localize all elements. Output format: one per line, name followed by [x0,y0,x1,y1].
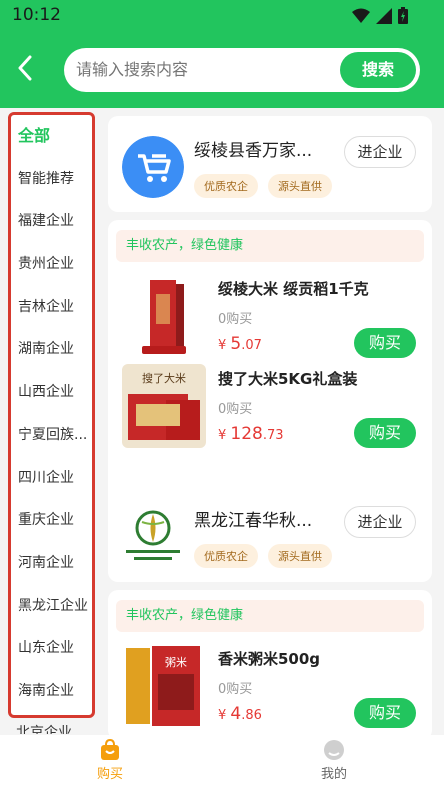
slogan-banner: 丰收农产，绿色健康 [116,600,424,632]
product-price: ¥ 4.86 [218,704,262,724]
price-integer: 4 [230,704,242,724]
sidebar-item-jilin[interactable]: 吉林企业 [11,286,92,329]
company-tags: 优质农企 源头直供 [194,174,332,198]
category-sidebar: 全部 智能推荐 福建企业 贵州企业 吉林企业 湖南企业 山西企业 宁夏回族...… [8,112,95,718]
buy-button[interactable]: 购买 [354,418,416,448]
status-time: 10:12 [12,5,61,25]
wifi-icon [352,8,370,23]
sidebar-item-hainan[interactable]: 海南企业 [11,670,92,713]
chevron-left-icon [18,55,32,81]
price-decimal: .07 [241,338,262,353]
sidebar-item-henan[interactable]: 河南企业 [11,542,92,585]
price-integer: 5 [230,334,242,354]
battery-icon [398,7,408,24]
rice-giftbox-image: 搜了大米 [122,364,206,448]
company-name: 黑龙江春华秋... [194,511,313,531]
rice-box-image [122,274,206,358]
search-box: 搜索 [64,48,420,92]
rice-bag-image: 粥米 [122,644,206,728]
slogan-banner: 丰收农产，绿色健康 [116,230,424,262]
company-card[interactable]: 绥棱县香万家... 优质农企 源头直供 进企业 [108,116,432,212]
company-tag: 源头直供 [268,544,332,568]
sidebar-item-shanxi[interactable]: 山西企业 [11,371,92,414]
company-name: 绥棱县香万家... [194,141,313,161]
product-name: 搜了大米5KG礼盒装 [218,370,358,388]
product-item[interactable]: 粥米 香米粥米500g 0购买 ¥ 4.86 购买 [108,642,432,730]
price-currency: ¥ [218,708,227,723]
enter-company-button[interactable]: 进企业 [344,506,416,538]
sidebar-item-heilongjiang[interactable]: 黑龙江企业 [11,585,92,628]
sidebar-item-all[interactable]: 全部 [11,115,92,158]
enter-company-button[interactable]: 进企业 [344,136,416,168]
status-bar: 10:12 [0,0,444,30]
company-logo [122,136,184,198]
status-icons [352,7,408,24]
buy-button[interactable]: 购买 [354,698,416,728]
product-image-text: 粥米 [165,656,187,669]
sidebar-item-chongqing[interactable]: 重庆企业 [11,499,92,542]
sidebar-item-fujian[interactable]: 福建企业 [11,200,92,243]
sidebar-item-shandong[interactable]: 山东企业 [11,627,92,670]
buy-button[interactable]: 购买 [354,328,416,358]
company-tag: 优质农企 [194,174,258,198]
product-item[interactable]: 绥棱大米 绥贡稻1千克 0购买 ¥ 5.07 购买 [108,272,432,360]
shopping-bag-icon [101,739,119,760]
price-decimal: .73 [262,428,284,443]
sidebar-item-sichuan[interactable]: 四川企业 [11,457,92,500]
product-sold-count: 0购买 [218,402,253,417]
price-currency: ¥ [218,338,227,353]
price-currency: ¥ [218,428,227,443]
product-price: ¥ 128.73 [218,424,284,444]
sidebar-item-guizhou[interactable]: 贵州企业 [11,243,92,286]
product-sold-count: 0购买 [218,682,253,697]
product-name: 绥棱大米 绥贡稻1千克 [218,280,369,298]
header: 搜索 [0,30,444,108]
company-logo [122,506,184,568]
product-card: 丰收农产，绿色健康 粥米 香米粥米500g 0购买 ¥ 4.86 购买 [108,590,432,740]
sidebar-item-partial[interactable]: 北京企业 [16,722,72,734]
search-input[interactable] [76,48,326,92]
company-tags: 优质农企 源头直供 [194,544,332,568]
sidebar-item-hunan[interactable]: 湖南企业 [11,328,92,371]
back-button[interactable] [12,52,38,84]
company-tag: 源头直供 [268,174,332,198]
company-tag: 优质农企 [194,544,258,568]
product-name: 香米粥米500g [218,650,321,668]
tab-mine[interactable]: 我的 [304,739,364,782]
product-item[interactable]: 搜了大米 搜了大米5KG礼盒装 0购买 ¥ 128.73 购买 [108,362,432,450]
price-decimal: .86 [241,708,262,723]
search-button[interactable]: 搜索 [340,52,416,88]
company-card[interactable]: 黑龙江春华秋... 优质农企 源头直供 进企业 [108,486,432,582]
price-integer: 128 [230,424,263,444]
product-price: ¥ 5.07 [218,334,262,354]
tab-label: 购买 [96,767,123,782]
sidebar-item-recommend[interactable]: 智能推荐 [11,158,92,201]
bottom-nav: 购买 我的 [0,735,444,789]
tab-buy[interactable]: 购买 [80,739,140,782]
profile-icon [324,740,344,760]
product-sold-count: 0购买 [218,312,253,327]
product-image-text: 搜了大米 [142,371,186,385]
sidebar-item-ningxia[interactable]: 宁夏回族... [11,414,92,457]
signal-icon [376,7,392,24]
tab-label: 我的 [320,767,347,782]
